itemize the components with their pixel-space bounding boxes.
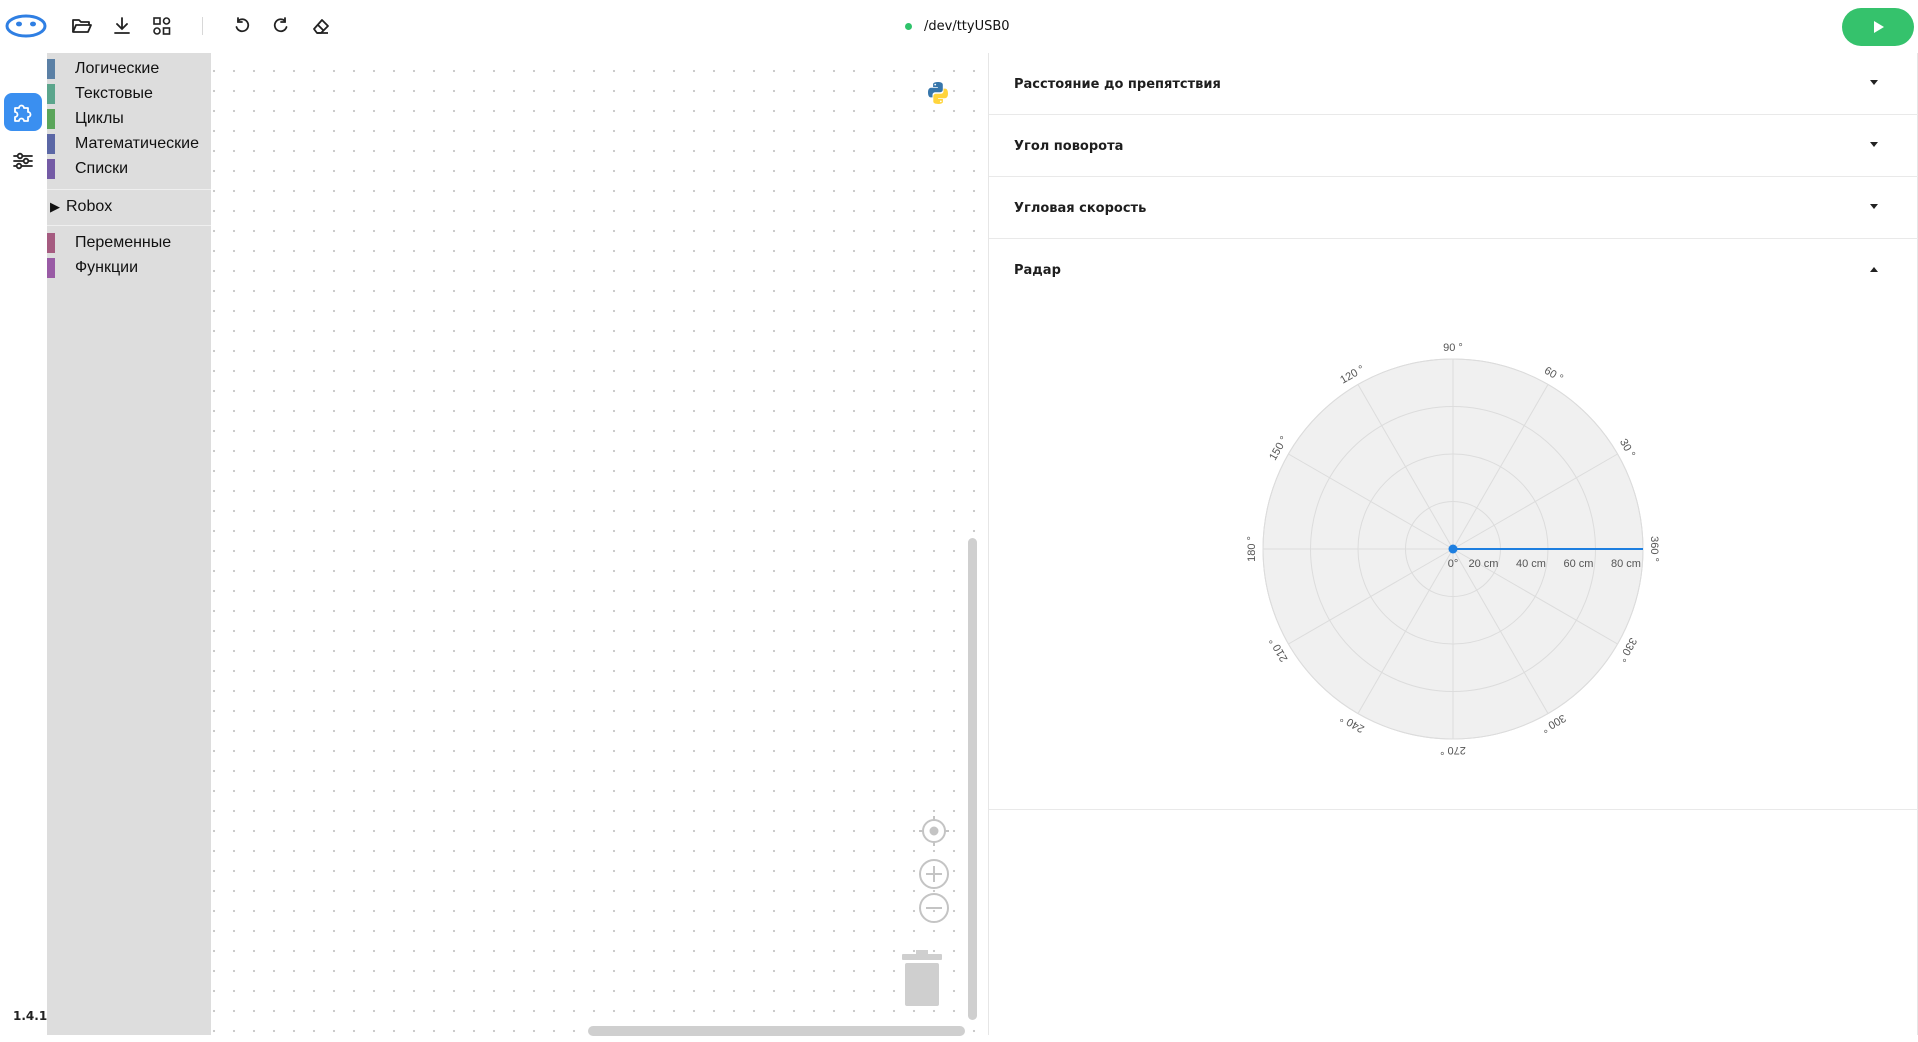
radar-range-label: 40 cm [1516, 558, 1546, 570]
radar-center-label: 0° [1448, 558, 1459, 570]
radar-angle-label: 180 ° [1246, 536, 1258, 562]
toolbox-category-robox[interactable]: ▶ Robox [50, 195, 112, 219]
python-icon [928, 82, 948, 104]
folder-open-icon [72, 19, 92, 33]
blocks-button[interactable] [149, 13, 175, 39]
download-button[interactable] [109, 13, 135, 39]
category-label: Функции [75, 259, 139, 276]
connection-dot [905, 22, 912, 30]
sensor-panel: Расстояние до препятствия Угол поворота … [988, 53, 1918, 1035]
category-label: Текстовые [75, 85, 153, 102]
logo-icon [4, 12, 48, 40]
port-label: /dev/ttyUSB0 [924, 18, 1010, 34]
trash-icon [902, 950, 942, 1006]
crosshair-icon [919, 816, 949, 846]
category-color-swatch [47, 134, 55, 154]
zoom-out-button[interactable] [918, 892, 950, 924]
undo-icon [235, 17, 250, 33]
run-button[interactable] [1842, 8, 1914, 46]
play-icon [1874, 21, 1884, 33]
clear-button[interactable] [308, 13, 334, 39]
zoom-in-icon [919, 859, 949, 889]
radar-angle-label: 270 ° [1440, 744, 1466, 756]
category-label: Robox [66, 198, 113, 215]
expand-triangle-icon: ▶ [50, 199, 60, 214]
left-rail [0, 53, 46, 1042]
undo-button[interactable] [229, 13, 255, 39]
blocks-tab-button[interactable] [4, 93, 42, 131]
toolbox-separator [47, 225, 211, 226]
settings-tab-button[interactable] [4, 142, 42, 180]
category-color-swatch [47, 84, 55, 104]
toolbox-category[interactable]: Логические [47, 57, 211, 81]
top-bar: /dev/ttyUSB0 [0, 0, 1918, 53]
trash-can[interactable] [902, 950, 942, 1006]
chevron-down-icon [1867, 138, 1881, 152]
panel-radar-header[interactable]: Радар [989, 239, 1918, 301]
shapes-icon [153, 17, 171, 35]
panel-title: Радар [1014, 262, 1061, 278]
toolbox-category[interactable]: Списки [47, 157, 211, 181]
category-label: Логические [75, 60, 160, 77]
workspace-vertical-scrollbar[interactable] [968, 538, 977, 1020]
radar-range-label: 80 cm [1611, 558, 1641, 570]
radar-origin-point [1448, 544, 1458, 554]
toolbox-category[interactable]: Математические [47, 132, 211, 156]
panel-distance-header[interactable]: Расстояние до препятствия [989, 53, 1918, 115]
category-label: Математические [75, 135, 199, 152]
chevron-up-icon [1867, 262, 1881, 276]
toolbar-separator [202, 17, 203, 35]
python-code-button[interactable] [925, 80, 951, 106]
panel-title: Угловая скорость [1014, 200, 1147, 216]
category-color-swatch [47, 233, 55, 253]
radar-angle-label: 90 ° [1443, 342, 1463, 354]
download-icon [114, 17, 130, 34]
category-color-swatch [47, 159, 55, 179]
chevron-down-icon [1867, 76, 1881, 90]
radar-angle-label: 60 ° [1542, 365, 1565, 385]
category-color-swatch [47, 258, 55, 278]
zoom-out-icon [919, 893, 949, 923]
panel-angular-speed-header[interactable]: Угловая скорость [989, 177, 1918, 239]
category-color-swatch [47, 59, 55, 79]
radar-plot: 90 °60 °30 °360 °330 °300 °270 °240 °210… [1246, 342, 1660, 756]
puzzle-icon [14, 104, 32, 122]
category-label: Переменные [75, 234, 172, 251]
category-label: Циклы [75, 110, 124, 127]
radar-range-label: 60 cm [1564, 558, 1594, 570]
sliders-icon [13, 152, 33, 170]
chevron-down-icon [1867, 200, 1881, 214]
block-workspace[interactable] [211, 53, 980, 1035]
toolbox-category[interactable]: Текстовые [47, 82, 211, 106]
block-toolbox: Логические Текстовые Циклы Математические Сп… [47, 53, 211, 1035]
category-color-swatch [47, 109, 55, 129]
center-workspace-button[interactable] [918, 815, 950, 847]
port-status[interactable]: /dev/ttyUSB0 [905, 16, 1010, 36]
radar-angle-label: 360 ° [1648, 536, 1660, 562]
version-label: 1.4.1 [13, 1009, 48, 1023]
open-file-button[interactable] [69, 13, 95, 39]
radar-angle-label: 30 ° [1617, 437, 1637, 460]
panel-rotation-angle-header[interactable]: Угол поворота [989, 115, 1918, 177]
redo-button[interactable] [268, 13, 294, 39]
zoom-in-button[interactable] [918, 858, 950, 890]
category-label: Списки [75, 160, 129, 177]
toolbox-category[interactable]: Циклы [47, 107, 211, 131]
toolbox-separator [47, 189, 211, 190]
radar-range-label: 20 cm [1469, 558, 1499, 570]
eraser-icon [313, 19, 329, 34]
redo-icon [273, 17, 288, 33]
panel-title: Угол поворота [1014, 138, 1124, 154]
panel-title: Расстояние до препятствия [1014, 76, 1221, 92]
workspace-horizontal-scrollbar[interactable] [588, 1026, 965, 1036]
toolbox-category[interactable]: Переменные [47, 231, 211, 255]
toolbox-category[interactable]: Функции [47, 256, 211, 280]
radar-chart: 90 ° 60 ° 30 ° 360 ° 330 ° 300 ° 270 ° 240 ° 210… [989, 301, 1918, 810]
